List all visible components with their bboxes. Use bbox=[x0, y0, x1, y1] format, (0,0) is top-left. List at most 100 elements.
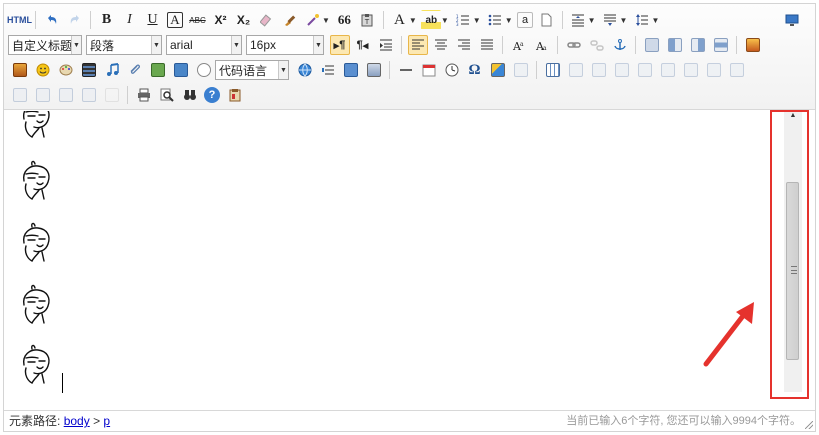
template-list-button[interactable] bbox=[318, 60, 338, 80]
preview-button[interactable] bbox=[157, 85, 177, 105]
anchor-button[interactable] bbox=[610, 35, 630, 55]
html-source-button[interactable]: HTML bbox=[7, 10, 32, 30]
redo-button[interactable] bbox=[65, 10, 85, 30]
direction-ltr-button[interactable]: ▸ ¶ bbox=[329, 35, 350, 55]
horizontal-rule-button[interactable] bbox=[396, 60, 416, 80]
subscript-button[interactable]: X₂ bbox=[234, 10, 254, 30]
delete-table-button[interactable] bbox=[566, 60, 586, 80]
chevron-down-icon[interactable]: ▼ bbox=[505, 16, 513, 25]
font-family-select[interactable]: arial ▼ bbox=[166, 35, 242, 55]
template-button[interactable] bbox=[194, 60, 214, 80]
align-center-icon bbox=[434, 39, 447, 50]
merge-right-button[interactable] bbox=[727, 60, 747, 80]
scrawl-button[interactable] bbox=[56, 60, 76, 80]
custom-heading-select[interactable]: 自定义标题 ▼ bbox=[8, 35, 82, 55]
ordered-list-button[interactable]: 123 bbox=[453, 10, 473, 30]
chevron-down-icon[interactable]: ▼ bbox=[651, 16, 659, 25]
delete-row-button[interactable] bbox=[635, 60, 655, 80]
attachment-button[interactable] bbox=[125, 60, 145, 80]
help-button[interactable]: ? bbox=[204, 87, 220, 103]
chevron-down-icon[interactable]: ▼ bbox=[322, 16, 330, 25]
insert-table-button[interactable] bbox=[543, 60, 563, 80]
element-path-p-link[interactable]: p bbox=[103, 414, 110, 428]
insert-paragraph-before-table-button[interactable] bbox=[589, 60, 609, 80]
merge-down-button[interactable] bbox=[10, 85, 30, 105]
unordered-list-button[interactable] bbox=[485, 10, 505, 30]
image-center-button[interactable] bbox=[711, 35, 731, 55]
emotion-button[interactable] bbox=[33, 60, 53, 80]
split-to-rows-button[interactable] bbox=[33, 85, 53, 105]
strikethrough-button[interactable]: ABC bbox=[188, 10, 208, 30]
chevron-down-icon[interactable]: ▼ bbox=[620, 16, 628, 25]
line-height-button[interactable] bbox=[632, 10, 652, 30]
superscript-button[interactable]: X² bbox=[211, 10, 231, 30]
eraser-button[interactable] bbox=[257, 10, 277, 30]
font-border-button[interactable]: A bbox=[167, 12, 183, 28]
link-button[interactable] bbox=[564, 35, 584, 55]
element-path-body-link[interactable]: body bbox=[64, 414, 90, 428]
undo-button[interactable] bbox=[42, 10, 62, 30]
insert-col-button[interactable] bbox=[658, 60, 678, 80]
insert-frame-button[interactable] bbox=[148, 60, 168, 80]
to-uppercase-button[interactable]: Aa bbox=[509, 35, 529, 55]
word-image-button[interactable] bbox=[364, 60, 384, 80]
special-chars-button[interactable]: Ω bbox=[465, 60, 485, 80]
new-document-button[interactable] bbox=[536, 10, 556, 30]
drafts-button[interactable] bbox=[225, 85, 245, 105]
format-painter-button[interactable] bbox=[280, 10, 300, 30]
font-color-button[interactable]: A bbox=[389, 10, 409, 30]
code-language-select[interactable]: 代码语言 ▼ bbox=[215, 60, 289, 80]
delete-row-icon bbox=[637, 63, 652, 77]
search-replace-button[interactable] bbox=[180, 85, 200, 105]
fullscreen-button[interactable] bbox=[782, 10, 802, 30]
insert-video-button[interactable] bbox=[79, 60, 99, 80]
indent-button[interactable] bbox=[376, 35, 396, 55]
split-to-cells-button[interactable] bbox=[79, 85, 99, 105]
insert-image-button[interactable] bbox=[743, 35, 763, 55]
chevron-down-icon[interactable]: ▼ bbox=[588, 16, 596, 25]
charts-button[interactable] bbox=[102, 85, 122, 105]
row-spacing-top-button[interactable] bbox=[568, 10, 588, 30]
word-paste-button[interactable] bbox=[511, 60, 531, 80]
print-button[interactable] bbox=[134, 85, 154, 105]
align-left-button[interactable] bbox=[407, 35, 428, 55]
paste-plain-button[interactable]: T bbox=[357, 10, 377, 30]
page-break-button[interactable] bbox=[295, 60, 315, 80]
align-justify-button[interactable] bbox=[477, 35, 497, 55]
editor-content[interactable] bbox=[4, 111, 815, 411]
to-lowercase-button[interactable]: Aa bbox=[532, 35, 552, 55]
underline-button[interactable]: U bbox=[143, 10, 163, 30]
align-right-button[interactable] bbox=[454, 35, 474, 55]
align-center-button[interactable] bbox=[431, 35, 451, 55]
multi-image-button[interactable] bbox=[10, 60, 30, 80]
row-spacing-bottom-button[interactable] bbox=[600, 10, 620, 30]
direction-rtl-button[interactable]: ¶ ◂ bbox=[353, 35, 373, 55]
auto-typeset-button[interactable] bbox=[303, 10, 323, 30]
blockquote-button[interactable]: 66 bbox=[334, 10, 354, 30]
insert-time-button[interactable] bbox=[442, 60, 462, 80]
chevron-down-icon[interactable]: ▼ bbox=[441, 16, 449, 25]
anchor-text-button[interactable]: a bbox=[517, 12, 534, 28]
insert-row-button[interactable] bbox=[612, 60, 632, 80]
background-button[interactable] bbox=[341, 60, 361, 80]
chevron-down-icon[interactable]: ▼ bbox=[409, 16, 417, 25]
font-size-select[interactable]: 16px ▼ bbox=[246, 35, 324, 55]
snapscreen-button[interactable] bbox=[488, 60, 508, 80]
annotation-arrow-icon bbox=[703, 302, 754, 367]
chevron-down-icon[interactable]: ▼ bbox=[473, 16, 481, 25]
italic-button[interactable]: I bbox=[120, 10, 140, 30]
image-right-button[interactable] bbox=[688, 35, 708, 55]
unlink-button[interactable] bbox=[587, 35, 607, 55]
merge-cells-button[interactable] bbox=[704, 60, 724, 80]
paragraph-format-select[interactable]: 段落 ▼ bbox=[86, 35, 162, 55]
split-to-cols-button[interactable] bbox=[56, 85, 76, 105]
delete-col-button[interactable] bbox=[681, 60, 701, 80]
music-button[interactable] bbox=[102, 60, 122, 80]
resize-handle-icon[interactable] bbox=[805, 421, 813, 429]
back-color-button[interactable]: ab bbox=[421, 10, 442, 30]
google-map-button[interactable] bbox=[171, 60, 191, 80]
insert-date-button[interactable] bbox=[419, 60, 439, 80]
image-left-button[interactable] bbox=[665, 35, 685, 55]
bold-button[interactable]: B bbox=[97, 10, 117, 30]
image-none-button[interactable] bbox=[642, 35, 662, 55]
